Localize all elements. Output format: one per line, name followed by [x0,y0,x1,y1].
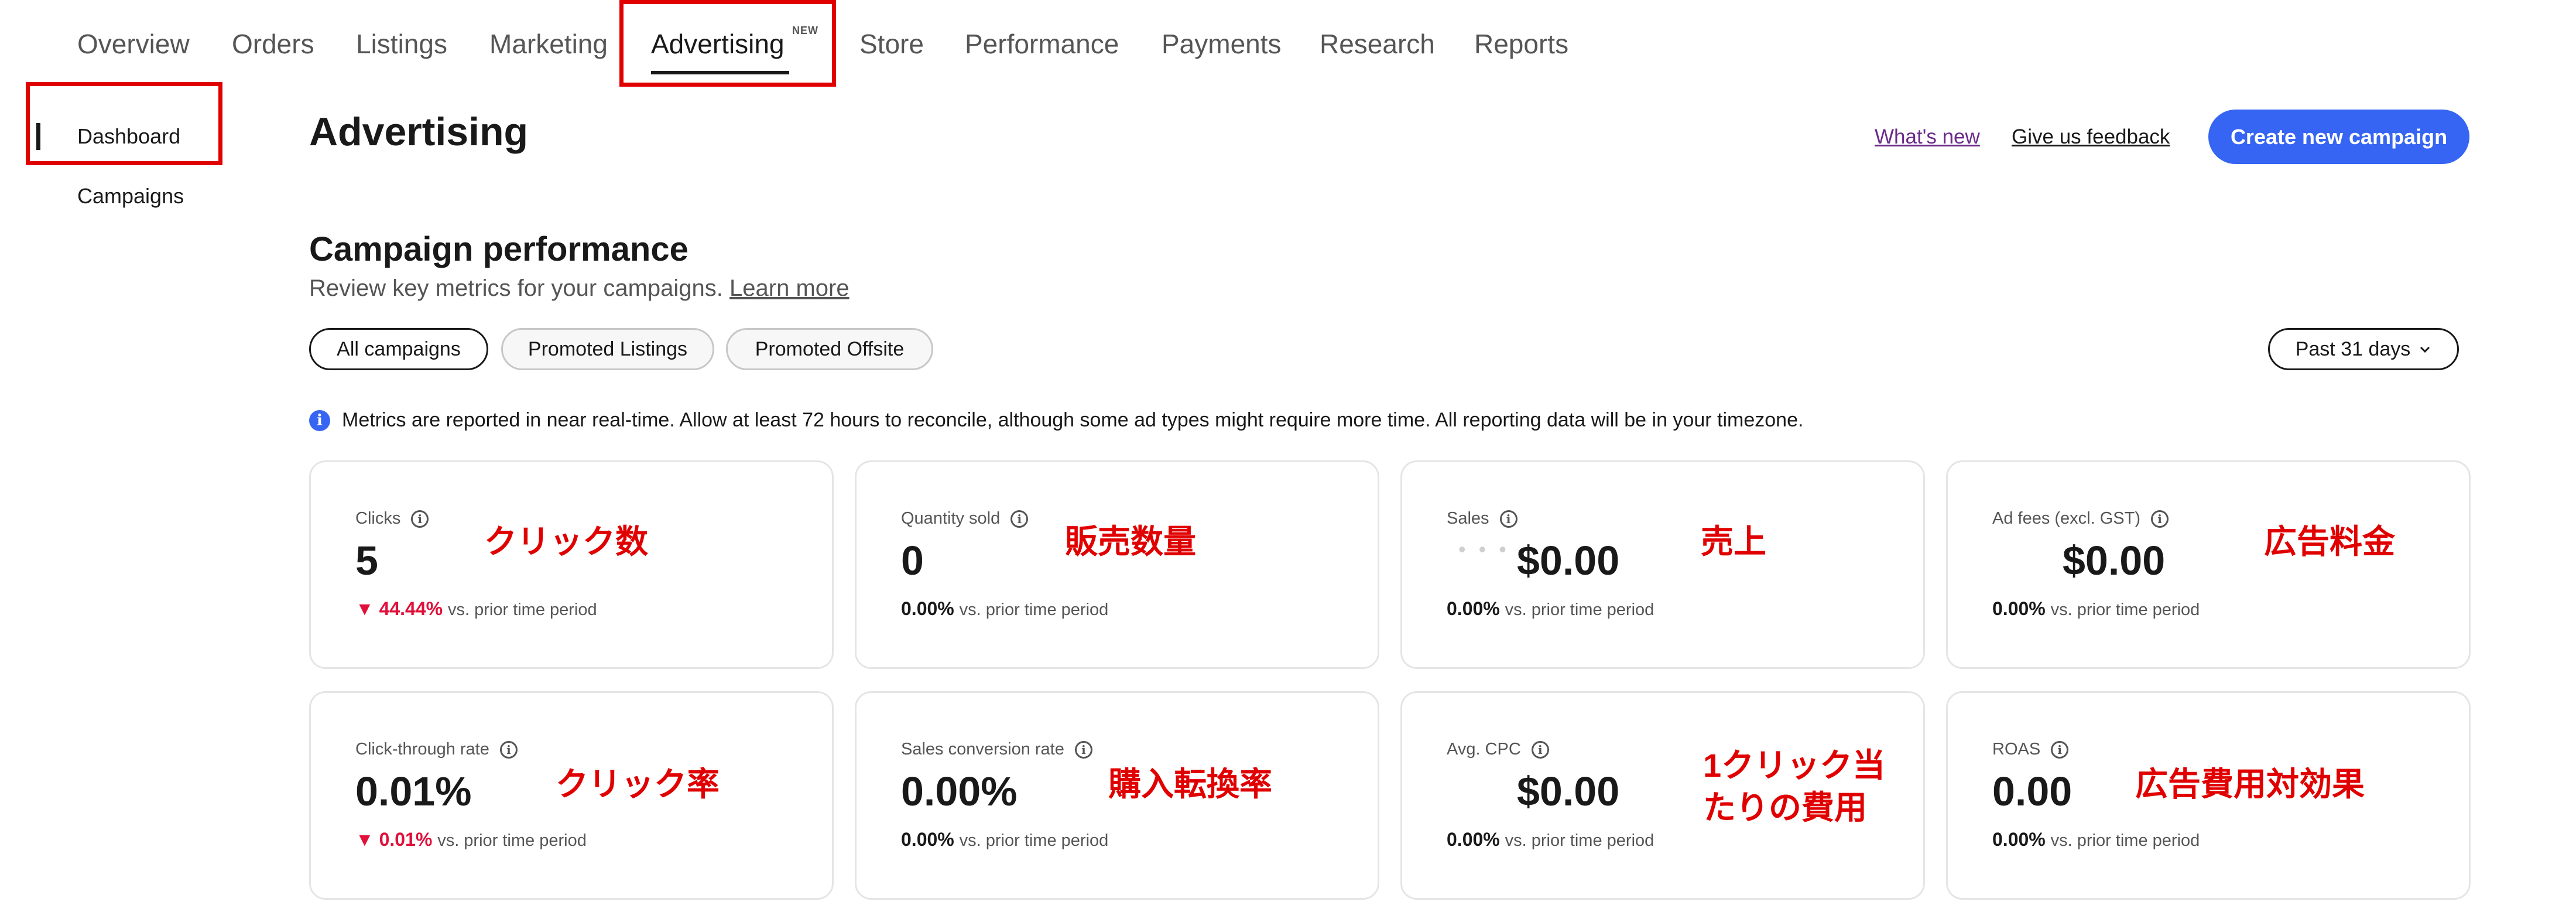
metric-value: 0.01% [355,769,472,814]
metric-card-sales-conversion-rate: Sales conversion rate i 0.00% 0.00% vs. p… [855,691,1379,900]
metric-value: $0.00 [1517,538,1620,583]
annotation-label: 購入転換率 [1108,766,1272,803]
nav-tab-listings[interactable]: Listings [356,28,447,60]
metric-value: $0.00 [1517,769,1620,814]
metric-change: 0.00% vs. prior time period [1992,829,2200,850]
metric-label: Click-through rate i [355,740,518,759]
nav-tab-orders[interactable]: Orders [232,28,314,60]
metric-value: 0.00% [901,769,1018,814]
highlight-box-dashboard [26,82,222,165]
info-message: i Metrics are reported in near real-time… [309,409,1803,432]
annotation-label: 売上 [1701,523,1766,560]
chevron-down-icon [2420,346,2430,353]
metric-label: Sales i [1447,509,1517,528]
date-range-select[interactable]: Past 31 days [2268,328,2459,370]
annotation-label: 広告費用対効果 [2135,766,2365,803]
nav-tab-payments[interactable]: Payments [1162,28,1282,60]
learn-more-link[interactable]: Learn more [729,275,849,301]
info-icon[interactable]: i [411,510,429,528]
metric-label: Avg. CPC i [1447,740,1549,759]
info-icon[interactable]: i [2151,510,2169,528]
metric-value: 0.00 [1992,769,2073,814]
info-icon: i [309,409,330,431]
create-campaign-button[interactable]: Create new campaign [2208,110,2469,164]
section-subtitle: Review key metrics for your campaigns. L… [309,275,849,302]
sidebar-item-campaigns[interactable]: Campaigns [77,184,184,209]
metric-value: 5 [355,538,378,583]
filter-chip-promoted-offsite[interactable]: Promoted Offsite [726,328,933,370]
feedback-link[interactable]: Give us feedback [2012,125,2170,149]
metric-value: 0 [901,538,924,583]
metric-card-roas: ROAS i 0.00 0.00% vs. prior time period 広… [1946,691,2471,900]
annotation-label: 販売数量 [1065,523,1196,560]
metric-label: ROAS i [1992,740,2069,759]
highlight-box-advertising [619,0,836,87]
nav-tab-performance[interactable]: Performance [965,28,1119,60]
whats-new-link[interactable]: What's new [1875,125,1980,149]
triangle-down-icon: ▼ [355,598,379,619]
annotation-label: クリック率 [556,766,720,803]
filter-chip-promoted-listings[interactable]: Promoted Listings [501,328,714,370]
info-text: Metrics are reported in near real-time. … [342,409,1804,431]
info-icon[interactable]: i [499,740,518,759]
metric-card-ad-fees: Ad fees (excl. GST) i $0.00 0.00% vs. pri… [1946,460,2471,669]
subtitle-text: Review key metrics for your campaigns. [309,275,723,301]
metric-label: Sales conversion rate i [901,740,1092,759]
nav-tab-overview[interactable]: Overview [77,28,190,60]
metric-change: ▼ 44.44% vs. prior time period [355,598,597,619]
metric-value: $0.00 [2063,538,2166,583]
nav-tab-research[interactable]: Research [1320,28,1435,60]
nav-tab-marketing[interactable]: Marketing [489,28,608,60]
filter-chip-all-campaigns[interactable]: All campaigns [309,328,488,370]
metric-change: 0.00% vs. prior time period [1992,598,2200,619]
triangle-down-icon: ▼ [355,829,379,850]
page-title: Advertising [309,110,529,154]
info-icon[interactable]: i [1499,510,1517,528]
annotation-label: 広告料金 [2264,523,2395,560]
metric-card-avg-cpc: Avg. CPC i $0.00 0.00% vs. prior time per… [1400,691,1925,900]
metric-card-sales: Sales i • • • $0.00 0.00% vs. prior time … [1400,460,1925,669]
metric-change: ▼ 0.01% vs. prior time period [355,829,587,850]
nav-tab-store[interactable]: Store [859,28,924,60]
metric-change: 0.00% vs. prior time period [901,829,1109,850]
metric-change: 0.00% vs. prior time period [1447,598,1654,619]
metric-card-click-through-rate: Click-through rate i 0.01% ▼ 0.01% vs. pr… [309,691,834,900]
annotation-label: 1クリック当 たりの費用 [1703,747,1886,826]
loading-placeholder: • • • [1458,537,1510,561]
metric-change: 0.00% vs. prior time period [901,598,1109,619]
metric-change: 0.00% vs. prior time period [1447,829,1654,850]
info-icon[interactable]: i [1531,740,1549,759]
metric-card-clicks: Clicks i 5 ▼ 44.44% vs. prior time period… [309,460,834,669]
nav-tab-reports[interactable]: Reports [1474,28,1568,60]
metric-label: Ad fees (excl. GST) i [1992,509,2169,528]
metric-label: Quantity sold i [901,509,1029,528]
metric-card-quantity-sold: Quantity sold i 0 0.00% vs. prior time pe… [855,460,1379,669]
annotation-label: クリック数 [484,523,648,560]
info-icon[interactable]: i [2051,740,2069,759]
date-range-label: Past 31 days [2295,337,2411,360]
metric-label: Clicks i [355,509,429,528]
info-icon[interactable]: i [1010,510,1029,528]
info-icon[interactable]: i [1074,740,1092,759]
section-title: Campaign performance [309,230,688,268]
